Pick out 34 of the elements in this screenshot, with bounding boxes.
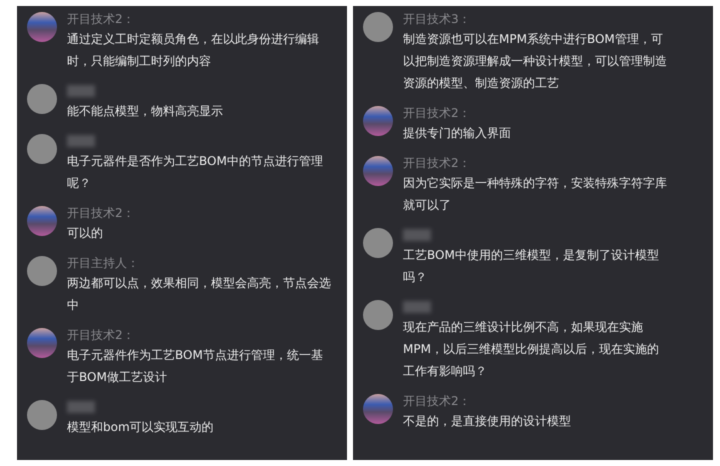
message-text: 现在产品的三维设计比例不高，如果现在实施MPM，以后三维模型比例提高以后，现在实施的工作有影响吗？ <box>403 319 660 380</box>
avatar <box>363 12 393 42</box>
avatar <box>363 156 393 186</box>
avatar <box>27 328 57 358</box>
avatar <box>27 12 57 42</box>
message-text: 可以的 <box>67 225 104 242</box>
avatar <box>27 134 57 164</box>
message-text: 电子元器件是否作为工艺BOM中的节点进行管理呢？ <box>67 153 324 192</box>
message-text: 模型和bom可以实现互动的 <box>67 419 215 436</box>
sender-name: 开目技术2： <box>67 205 136 222</box>
message-text: 通过定义工时定额员角色，在以此身份进行编辑时，只能编制工时列的内容 <box>67 31 320 70</box>
avatar <box>27 84 57 114</box>
sender-name: 开目技术2： <box>403 155 472 172</box>
avatar <box>27 400 57 430</box>
message-text: 制造资源也可以在MPM系统中进行BOM管理，可以把制造资源理解成一种设计模型，可以管理制造资源的模型、制造资源的工艺 <box>403 31 667 92</box>
message-text: 因为它实际是一种特殊的字符，安装特殊字符字库就可以了 <box>403 175 667 214</box>
avatar <box>363 106 393 136</box>
sender-name: 开目技术2： <box>67 11 136 28</box>
avatar <box>363 394 393 424</box>
message-text: 提供专门的输入界面 <box>403 125 512 142</box>
message-text: 电子元器件作为工艺BOM节点进行管理，统一基于BOM做工艺设计 <box>67 347 324 386</box>
avatar <box>27 206 57 236</box>
message-text: 能不能点模型，物料高亮显示 <box>67 103 224 120</box>
avatar <box>363 300 393 330</box>
sender-name: 开目主持人： <box>67 255 140 272</box>
sender-name: 开目技术2： <box>403 105 472 122</box>
sender-name: 开目技术2： <box>403 393 472 410</box>
sender-name: 开目技术2： <box>67 327 136 344</box>
message-text: 不是的，是直接使用的设计模型 <box>403 413 572 430</box>
avatar <box>27 256 57 286</box>
avatar <box>363 228 393 258</box>
sender-name: 开目技术3： <box>403 11 472 28</box>
message-text: 工艺BOM中使用的三维模型，是复制了设计模型吗？ <box>403 247 660 286</box>
message-text: 两边都可以点，效果相同，模型会高亮，节点会选中 <box>67 275 332 314</box>
